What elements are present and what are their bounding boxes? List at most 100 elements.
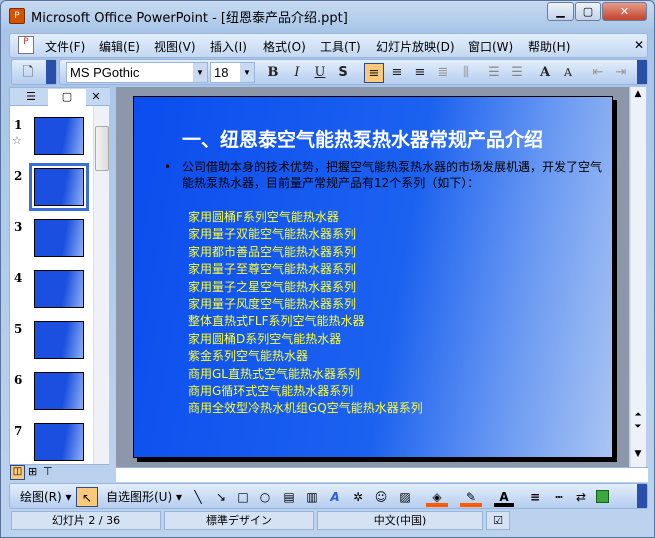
font-size-value: 18 [214,65,229,80]
rectangle-icon[interactable]: □ [234,487,252,507]
view-buttons: ◫ ⊞ ⊤ [9,465,109,481]
slide-thumbnail-1[interactable] [34,117,84,155]
menu-tools[interactable]: 工具(T) [320,38,361,55]
slide-thumbnail-7[interactable] [34,423,84,461]
autoshapes-menu[interactable]: 自选图形(U) ▾ [106,487,182,507]
slide-thumbnail-3[interactable] [34,219,84,257]
tab-slides[interactable]: ▢ [48,89,86,106]
arrow-icon[interactable]: ↘ [213,487,229,507]
tab-outline[interactable]: ☰ [12,89,50,106]
normal-view-icon[interactable]: ◫ [10,465,25,480]
slide-thumbnail-5[interactable] [34,321,84,359]
series-item: 家用圆桶D系列空气能热水器 [188,331,342,346]
picture-icon[interactable]: ▨ [396,487,414,507]
slide-canvas[interactable]: 一、纽恩泰空气能热泵热水器常规产品介绍 • 公司借助本身的技术优势，把握空气能热… [133,96,613,458]
thumbnail-scrollbar[interactable] [93,106,109,464]
menu-file[interactable]: 文件(F) [45,38,85,55]
3d-style-icon[interactable] [596,490,609,503]
increase-indent-icon[interactable]: ⇥ [611,63,631,83]
series-item: 商用G循环式空气能热水器系列 [188,384,354,399]
previous-slide-icon[interactable]: ⏶ ⏷ [631,409,645,433]
new-document-icon[interactable]: 🗋 [18,63,38,83]
justify-icon[interactable]: ≣ [433,63,453,83]
slide-sorter-icon[interactable]: ⊞ [28,465,37,478]
spelling-check-icon[interactable]: ☑ [486,511,510,530]
scroll-down-icon[interactable]: ▼ [631,449,645,459]
slide-thumbnail-4[interactable] [34,270,84,308]
toolbar-options-icon[interactable] [46,60,56,84]
font-select[interactable]: MS PGothic ▼ [66,62,208,83]
align-left-icon[interactable]: ≡ [364,63,384,83]
series-list[interactable]: 家用圆桶F系列空气能热水器 家用量子双能空气能热水器系列 家用都市善品空气能热水… [188,209,423,418]
maximize-button[interactable]: ▢ [575,2,601,21]
line-style-icon[interactable]: ≡ [526,487,544,507]
textbox-icon[interactable]: ▤ [280,487,298,507]
series-item: 整体直热式FLF系列空气能热水器 [188,314,365,329]
series-item: 家用量子至尊空气能热水器系列 [188,262,357,277]
series-item: 商用全效型冷热水机组GQ空气能热水器系列 [188,401,423,416]
slide-scrollbar[interactable]: ▲ ⏶ ⏷ ▼ [630,87,646,467]
select-arrow-icon[interactable]: ↖ [76,487,98,507]
slideshow-view-icon[interactable]: ⊤ [43,465,53,478]
design-name: 標準デザイン [164,511,314,530]
menu-slideshow[interactable]: 幻灯片放映(D) [376,38,455,55]
menu-window[interactable]: 窗口(W) [468,38,513,55]
chevron-down-icon[interactable]: ▼ [193,63,207,82]
scrollbar-thumb[interactable] [95,126,109,171]
toolbar-options-icon[interactable] [637,60,647,84]
dash-style-icon[interactable]: ┅ [550,487,568,507]
numbering-icon[interactable]: ☰ [484,63,504,83]
chevron-down-icon[interactable]: ▼ [240,63,254,82]
shadow-icon[interactable]: S [333,63,353,83]
draw-menu[interactable]: 绘图(R) ▾ [20,487,72,507]
close-document-icon[interactable]: ✕ [634,38,644,52]
font-size-select[interactable]: 18 ▼ [210,62,255,83]
underline-icon[interactable]: U [310,63,330,83]
slide-number: 1 [14,118,23,132]
close-pane-icon[interactable]: ✕ [86,89,106,106]
menu-view[interactable]: 视图(V) [154,38,196,55]
slide-thumbnail-6[interactable] [34,372,84,410]
italic-icon[interactable]: I [287,63,307,83]
fill-color-icon[interactable]: ◈ [426,487,448,507]
slide-title[interactable]: 一、纽恩泰空气能热泵热水器常规产品介绍 [182,125,543,152]
standard-toolbar: 🗋 [11,59,57,85]
document-icon[interactable]: P [18,36,34,54]
animation-star-icon: ☆ [12,134,22,147]
font-color-icon[interactable]: A [494,487,514,507]
menu-insert[interactable]: 插入(I) [210,38,247,55]
slide-counter: 幻灯片 2 / 36 [11,511,161,530]
powerpoint-icon: P [9,8,25,24]
font-value: MS PGothic [70,65,140,80]
slide-number: 3 [14,220,23,234]
vertical-textbox-icon[interactable]: ▥ [303,487,321,507]
align-center-icon[interactable]: ≡ [387,63,407,83]
menu-help[interactable]: 帮助(H) [528,38,570,55]
slide-thumbnail-2[interactable] [29,163,89,211]
wordart-icon[interactable]: A [326,487,344,507]
series-item: 紫金系列空气能热水器 [188,349,309,364]
align-right-icon[interactable]: ≡ [410,63,430,83]
slide-number: 7 [14,424,23,438]
clipart-icon[interactable]: ☺ [372,487,390,507]
bold-icon[interactable]: B [263,63,283,83]
decrease-font-icon[interactable]: A [558,63,578,83]
distribute-icon[interactable]: ⫼ [456,63,476,83]
menu-format[interactable]: 格式(O) [263,38,306,55]
bullets-icon[interactable]: ☰ [507,63,527,83]
toolbar-options-icon[interactable] [637,484,647,508]
arrow-style-icon[interactable]: ⇄ [572,487,590,507]
status-bar: 幻灯片 2 / 36 標準デザイン 中文(中国) ☑ [9,511,648,532]
line-icon[interactable]: ╲ [190,487,206,507]
close-button[interactable]: ✕ [602,2,647,21]
formatting-toolbar: MS PGothic ▼ 18 ▼ B I U S ≡ ≡ ≡ ≣ ⫼ ☰ ☰ A … [59,59,648,85]
decrease-indent-icon[interactable]: ⇤ [588,63,608,83]
menu-edit[interactable]: 编辑(E) [99,38,140,55]
scroll-up-icon[interactable]: ▲ [631,89,645,99]
diagram-icon[interactable]: ✲ [349,487,367,507]
oval-icon[interactable]: ○ [256,487,274,507]
increase-font-icon[interactable]: A [535,63,555,83]
line-color-icon[interactable]: ✎ [460,487,482,507]
thumbnail-list: 1 ☆ 2 3 4 5 6 7 [10,106,94,464]
minimize-button[interactable]: ▁ [547,2,574,21]
